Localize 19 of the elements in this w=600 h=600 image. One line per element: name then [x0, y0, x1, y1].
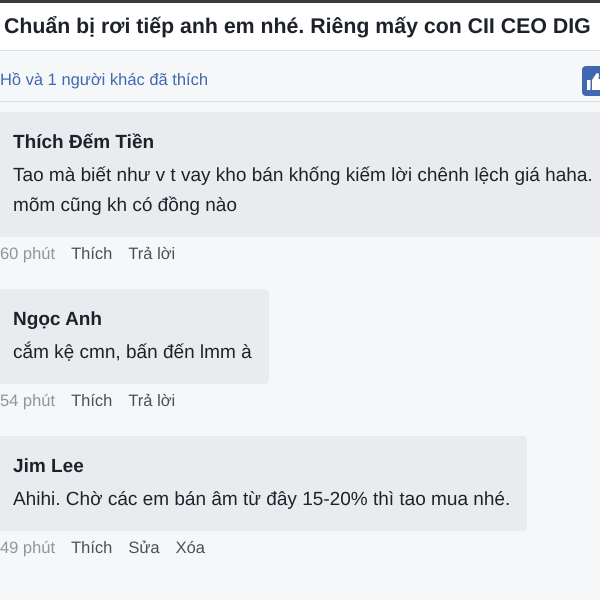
comment-time: 60 phút	[0, 244, 56, 264]
comment-action-link[interactable]: Trả lời	[128, 391, 176, 411]
likes-link[interactable]: Hồ và 1 người khác đã thích	[0, 70, 208, 90]
comment-action-link[interactable]: Thích	[71, 391, 112, 411]
comment-author[interactable]: Jim Lee	[13, 455, 510, 479]
comment-author[interactable]: Thích Đếm Tiền	[13, 131, 593, 155]
comment-text: Tao mà biết như v t vay kho bán khống kiếm lời chênh lệch giá haha. mõm cũng kh có đồng nào	[13, 164, 593, 218]
comment-time: 49 phút	[0, 538, 56, 558]
comment-text: cắm kệ cmn, bấn đến lmm à	[13, 340, 252, 365]
comment-author[interactable]: Ngọc Anh	[13, 308, 252, 332]
post-title: Chuẩn bị rơi tiếp anh em nhé. Riêng mấy con CII CEO DIG	[4, 14, 591, 39]
comment-action-link[interactable]: Thích	[71, 244, 112, 264]
comment-action-link[interactable]: Sửa	[128, 538, 160, 558]
comment-action-link[interactable]: Trả lời	[128, 244, 176, 264]
comment-text: Ahihi. Chờ các em bán âm từ đây 15-20% thì tao mua nhé.	[13, 488, 510, 512]
comment-action-link[interactable]: Thích	[71, 538, 112, 558]
comment-time: 54 phút	[0, 391, 56, 411]
thumbs-up-icon[interactable]	[582, 66, 600, 96]
comment-action-link[interactable]: Xóa	[176, 538, 205, 558]
